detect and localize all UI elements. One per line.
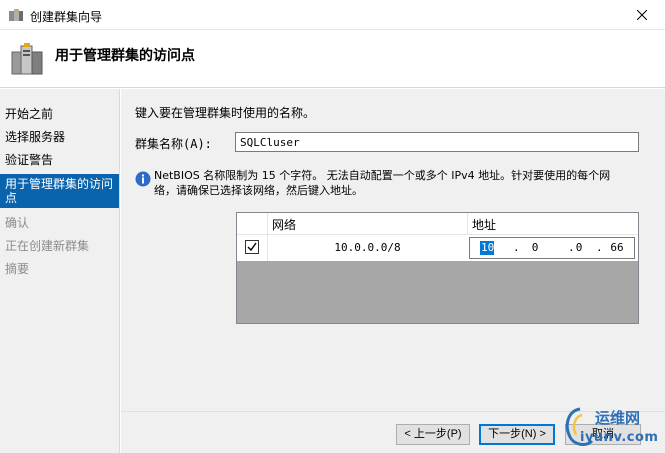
ip-dot: . [596, 241, 603, 254]
ip-address-input[interactable]: 10 . 0 . 0 . 66 [469, 237, 635, 259]
info-line-1: NetBIOS 名称限制为 15 个字符。 无法自动配置一个或多个 IPv4 地… [154, 169, 611, 182]
info-icon [135, 171, 151, 187]
step-confirmation: 确认 [5, 216, 30, 230]
next-button[interactable]: 下一步(N) > [479, 424, 555, 445]
checkmark-icon [247, 242, 257, 252]
info-line-2: 络，请确保已选择该网络，然后键入地址。 [154, 184, 363, 197]
step-before-you-begin[interactable]: 开始之前 [0, 103, 119, 126]
grid-header: 网络 地址 [237, 213, 638, 235]
ip-octet-1[interactable]: 10 [480, 241, 494, 255]
ip-octet-3[interactable]: 0 [572, 241, 586, 255]
info-message: NetBIOS 名称限制为 15 个字符。 无法自动配置一个或多个 IPv4 地… [154, 168, 644, 198]
close-icon [637, 10, 647, 20]
wizard-steps: 开始之前 选择服务器 验证警告 用于管理群集的访问点 确认 正在创建新群集 摘要 [0, 89, 120, 453]
watermark-text-2: iyunv.com [580, 430, 659, 445]
cluster-name-label: 群集名称(A): [135, 137, 212, 151]
wizard-content: 键入要在管理群集时使用的名称。 群集名称(A): NetBIOS 名称限制为 1… [121, 89, 665, 411]
step-validation-warning[interactable]: 验证警告 [0, 149, 119, 172]
page-title: 用于管理群集的访问点 [55, 48, 195, 64]
cluster-servers-icon [10, 42, 46, 76]
watermark: 运维网 iyunv.com [560, 405, 665, 453]
ip-dot: . [513, 241, 520, 254]
cluster-wizard-icon [8, 8, 24, 22]
close-button[interactable] [619, 0, 665, 30]
cluster-name-input[interactable] [235, 132, 639, 152]
intro-text: 键入要在管理群集时使用的名称。 [135, 106, 316, 120]
window-title: 创建群集向导 [30, 10, 103, 24]
column-header-address[interactable]: 地址 [467, 213, 638, 235]
title-bar: 创建群集向导 [0, 0, 665, 30]
step-summary: 摘要 [5, 262, 30, 276]
back-button[interactable]: < 上一步(P) [396, 424, 470, 445]
ip-octet-4[interactable]: 66 [609, 241, 625, 255]
page-header: 用于管理群集的访问点 [0, 30, 665, 88]
row-checkbox-cell[interactable] [237, 235, 267, 261]
network-cell: 10.0.0.0/8 [267, 235, 467, 261]
network-grid: 网络 地址 10.0.0.0/8 10 . 0 . 0 . 66 [236, 212, 639, 324]
ip-octet-2[interactable]: 0 [528, 241, 542, 255]
step-select-servers[interactable]: 选择服务器 [0, 126, 119, 149]
step-access-point[interactable]: 用于管理群集的访问点 [0, 174, 119, 208]
table-row[interactable]: 10.0.0.0/8 10 . 0 . 0 . 66 [237, 235, 638, 261]
network-checkbox[interactable] [245, 240, 259, 254]
watermark-text-1: 运维网 [595, 409, 641, 427]
column-header-network[interactable]: 网络 [267, 213, 467, 235]
step-creating-cluster: 正在创建新群集 [5, 239, 90, 253]
